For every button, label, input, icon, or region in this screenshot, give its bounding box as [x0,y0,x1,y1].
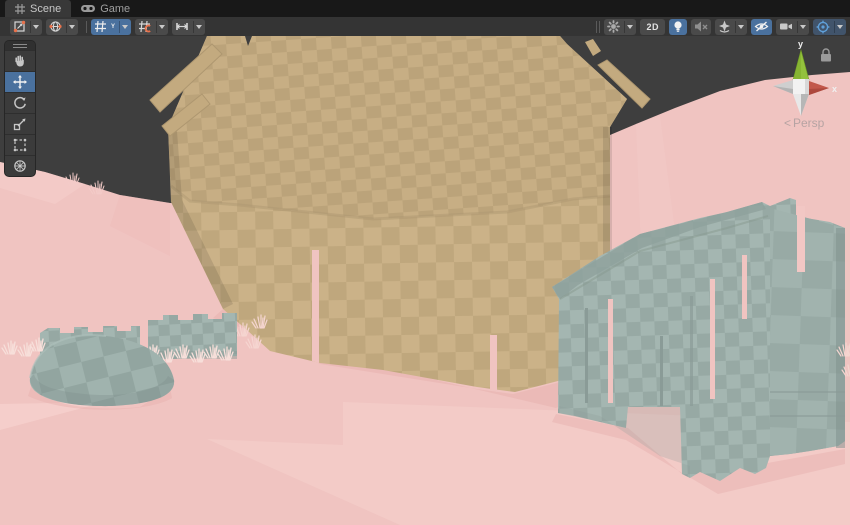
rotate-tool-button[interactable] [5,92,35,113]
orientation-dropdown[interactable] [66,21,75,33]
tab-game-label: Game [100,3,130,15]
scene-3d-render [0,36,850,525]
projection-arrow[interactable]: < [784,116,791,130]
move-icon [13,75,27,89]
scene-audio-button[interactable] [691,19,711,35]
tools-overlay [4,40,36,177]
2d-toggle-button[interactable]: 2D [640,19,665,35]
projection-label[interactable]: Persp [793,116,825,130]
globe-icon [49,20,62,33]
gizmos-button[interactable] [813,19,846,35]
grid-axis-label: Y [111,24,115,30]
eye-slash-icon [754,20,769,33]
unity-scene-view-window: Scene Game [0,0,850,525]
scale-icon [13,117,27,131]
grid-snap-icon [138,20,152,33]
tab-bar: Scene Game [0,0,850,17]
grid-visibility-button[interactable]: Y [91,19,131,35]
grid-snapping-dropdown[interactable] [156,21,165,33]
handle-orientation-button[interactable] [46,19,78,35]
rotate-icon [13,96,27,110]
tab-game[interactable]: Game [71,0,140,17]
pivot-icon [13,20,26,33]
lock-icon[interactable] [821,49,831,62]
gizmos-icon [816,20,830,34]
draw-mode-button[interactable] [604,19,636,35]
hand-icon [13,54,27,68]
rect-icon [13,138,27,152]
transform-tool-button[interactable] [5,155,35,176]
rect-tool-button[interactable] [5,134,35,155]
increment-snapping-dropdown[interactable] [193,21,202,33]
gizmo-x-label: x [832,84,837,94]
light-bulb-icon [672,20,684,33]
pivot-mode-button[interactable] [10,19,42,35]
audio-muted-icon [694,20,708,33]
camera-settings-button[interactable] [776,19,809,35]
camera-settings-dropdown[interactable] [797,21,806,33]
draw-mode-dropdown[interactable] [624,21,633,33]
effects-dropdown[interactable] [735,21,744,33]
gamepad-icon [81,4,95,13]
pivot-dropdown[interactable] [30,21,39,33]
tab-scene[interactable]: Scene [5,0,71,17]
move-tool-button[interactable] [5,71,35,92]
grid-snapping-button[interactable] [135,19,168,35]
increment-snapping-button[interactable] [172,19,205,35]
wall-gap [490,335,497,392]
scene-lighting-button[interactable] [669,19,687,35]
tab-scene-label: Scene [30,3,61,15]
wall-gap [312,250,319,363]
overlay-drag-handle[interactable] [5,41,35,50]
camera-icon [779,20,793,33]
draw-mode-icon [607,20,620,33]
orientation-gizmo[interactable]: y x < [762,38,850,142]
toolbar-separator-right2 [599,21,600,33]
increment-snap-icon [175,20,189,33]
scene-visibility-button[interactable] [751,19,772,35]
grid-visibility-dropdown[interactable] [119,21,128,33]
transform-icon [13,159,27,173]
effects-icon [718,20,731,33]
2d-label: 2D [643,22,662,32]
scale-tool-button[interactable] [5,113,35,134]
scene-viewport[interactable]: y x < [0,36,850,525]
scene-view-toolbar: Y [0,17,850,36]
view-tool-button[interactable] [5,50,35,71]
grid-y-icon [94,20,108,33]
effects-button[interactable] [715,19,747,35]
scene-grid-icon [15,4,25,14]
toolbar-separator [86,21,87,33]
gizmos-dropdown[interactable] [834,21,843,33]
toolbar-separator-right [596,21,597,33]
gizmo-y-label: y [798,39,803,49]
